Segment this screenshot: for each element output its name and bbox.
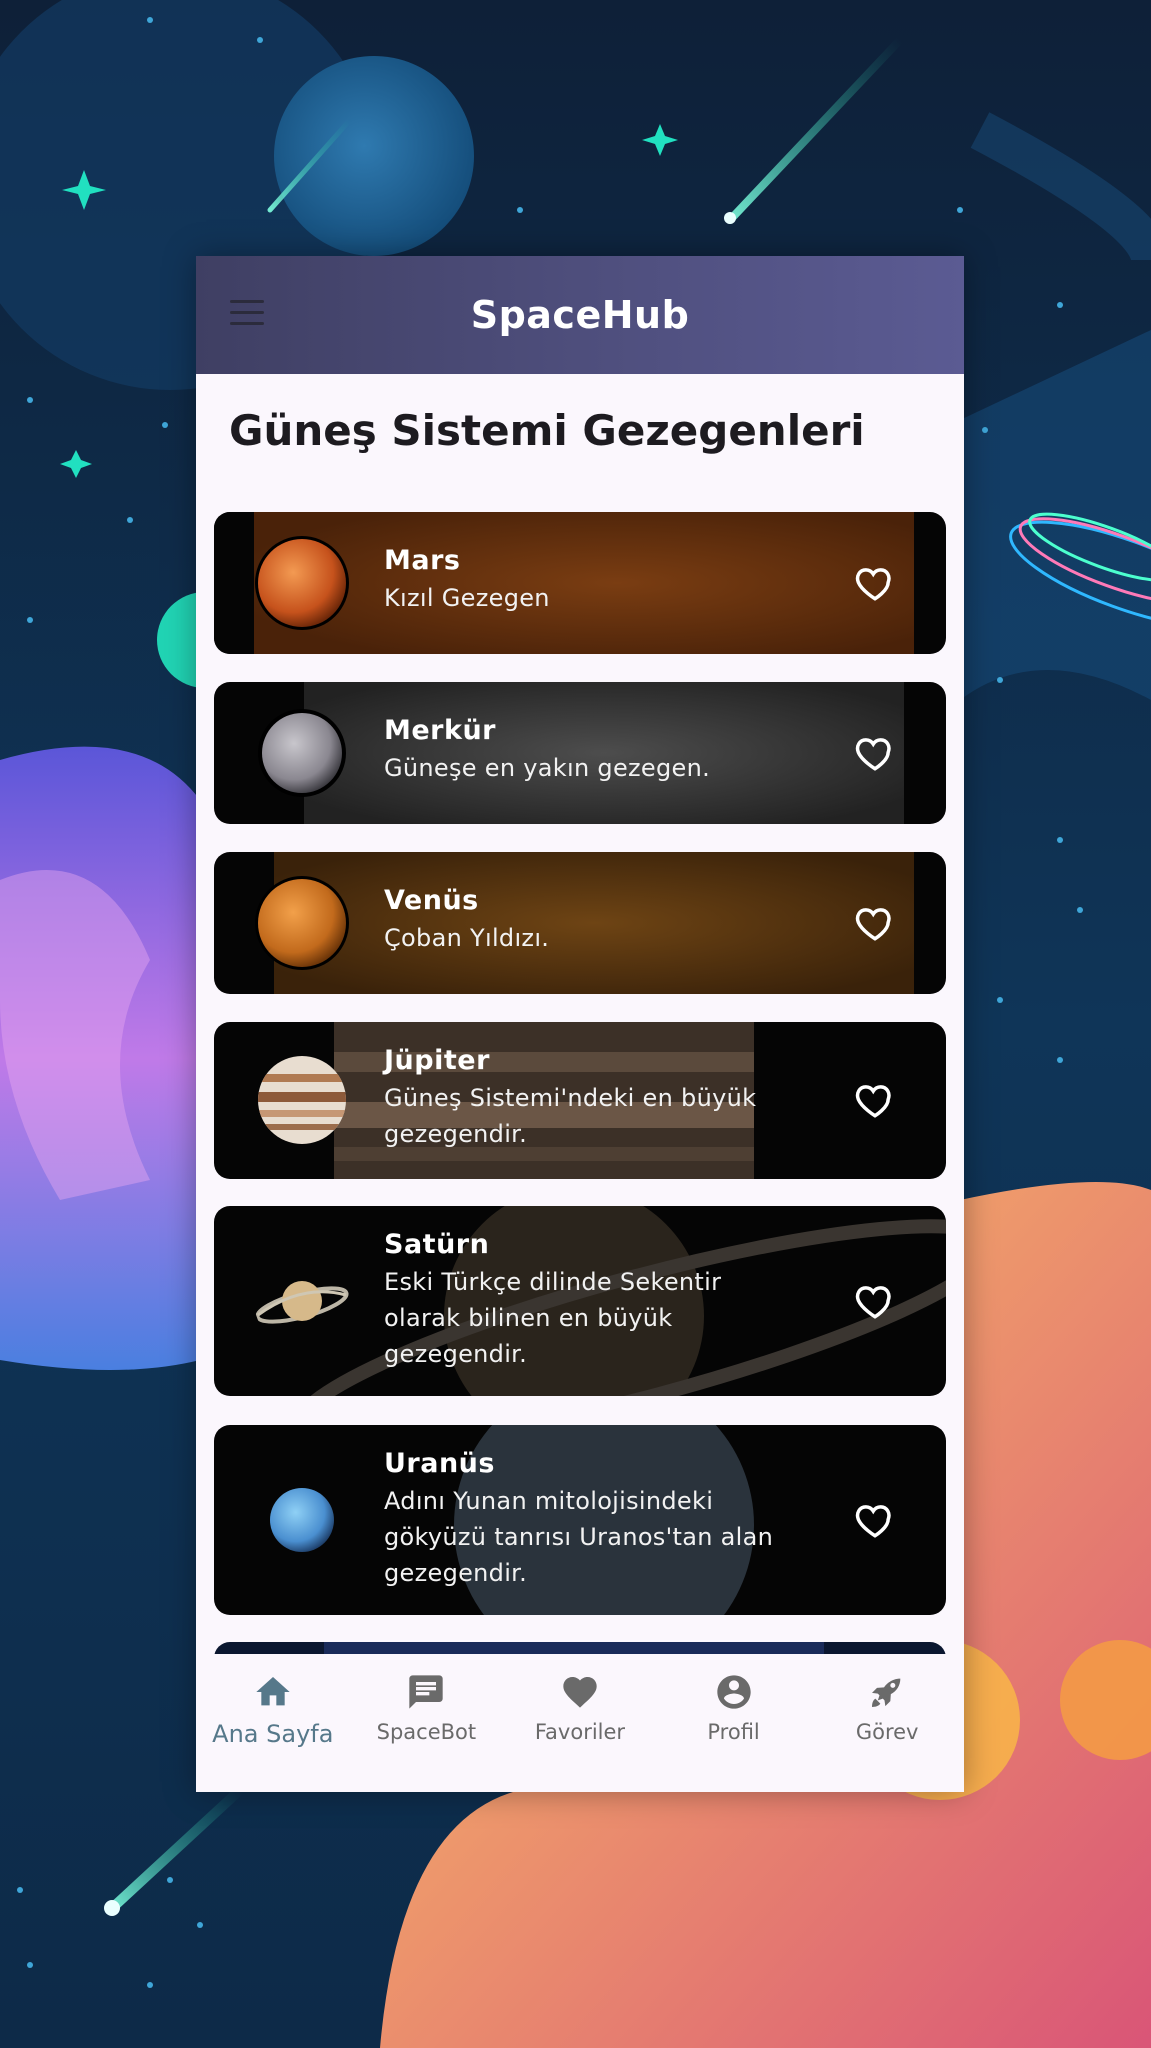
planet-text: Mars Kızıl Gezegen bbox=[384, 544, 794, 616]
planet-card-saturn[interactable]: Satürn Eski Türkçe dilinde Sekentir olar… bbox=[214, 1206, 946, 1396]
nav-label: Görev bbox=[855, 1720, 919, 1744]
planet-description: Güneşe en yakın gezegen. bbox=[384, 754, 711, 782]
nav-label: Profil bbox=[707, 1720, 760, 1744]
account-icon bbox=[716, 1675, 751, 1709]
planet-name: Merkür bbox=[384, 715, 496, 746]
planet-description: Eski Türkçe dilinde Sekentir olarak bili… bbox=[384, 1268, 722, 1368]
jupiter-thumbnail-icon bbox=[258, 1056, 346, 1144]
mars-thumbnail-icon bbox=[255, 536, 349, 630]
planet-text: Merkür Güneşe en yakın gezegen. bbox=[384, 714, 794, 786]
page-title: Güneş Sistemi Gezegenleri bbox=[229, 406, 865, 455]
planet-description: Çoban Yıldızı. bbox=[384, 924, 550, 952]
planet-list[interactable]: Mars Kızıl Gezegen Merkür Güneşe en yakı… bbox=[214, 512, 946, 1792]
planet-name: Mars bbox=[384, 545, 461, 576]
planet-text: Uranüs Adını Yunan mitolojisindeki gökyü… bbox=[384, 1447, 794, 1591]
chat-icon bbox=[409, 1675, 444, 1709]
phone-app-frame: SpaceHub Güneş Sistemi Gezegenleri Mars … bbox=[196, 256, 964, 1792]
nav-item-mission[interactable]: Görev bbox=[810, 1654, 964, 1792]
rocket-icon bbox=[872, 1678, 901, 1707]
hamburger-menu-icon[interactable] bbox=[230, 300, 264, 330]
nav-label: SpaceBot bbox=[376, 1720, 477, 1744]
favorite-heart-icon[interactable] bbox=[854, 562, 896, 604]
app-bar: SpaceHub bbox=[196, 256, 964, 374]
mercury-thumbnail-icon bbox=[258, 709, 346, 797]
favorite-heart-icon[interactable] bbox=[854, 902, 896, 944]
planet-card-jupiter[interactable]: Jüpiter Güneş Sistemi'ndeki en büyük gez… bbox=[214, 1022, 946, 1179]
nav-label: Favoriler bbox=[534, 1720, 626, 1744]
nav-item-favorites[interactable]: Favoriler bbox=[503, 1654, 657, 1792]
planet-name: Uranüs bbox=[384, 1448, 495, 1479]
planet-name: Venüs bbox=[384, 885, 479, 916]
planet-description: Güneş Sistemi'ndeki en büyük gezegendir. bbox=[384, 1084, 757, 1148]
planet-text: Venüs Çoban Yıldızı. bbox=[384, 884, 794, 956]
planet-card-merkur[interactable]: Merkür Güneşe en yakın gezegen. bbox=[214, 682, 946, 824]
nav-label: Ana Sayfa bbox=[212, 1720, 334, 1748]
planet-name: Satürn bbox=[384, 1229, 490, 1260]
planet-card-mars[interactable]: Mars Kızıl Gezegen bbox=[214, 512, 946, 654]
bottom-navigation-bar: Ana Sayfa SpaceBot Favoriler Profil Göre… bbox=[196, 1654, 964, 1792]
planet-description: Adını Yunan mitolojisindeki gökyüzü tanr… bbox=[384, 1487, 774, 1587]
planet-name: Jüpiter bbox=[384, 1045, 490, 1076]
heart-icon bbox=[563, 1677, 597, 1708]
planet-text: Jüpiter Güneş Sistemi'ndeki en büyük gez… bbox=[384, 1044, 794, 1152]
favorite-heart-icon[interactable] bbox=[854, 1079, 896, 1121]
favorite-heart-icon[interactable] bbox=[854, 1280, 896, 1322]
home-icon bbox=[256, 1677, 290, 1706]
uranus-thumbnail-icon bbox=[270, 1488, 334, 1552]
favorite-heart-icon[interactable] bbox=[854, 1499, 896, 1541]
app-title: SpaceHub bbox=[470, 293, 690, 337]
nav-item-profile[interactable]: Profil bbox=[657, 1654, 811, 1792]
saturn-thumbnail-icon bbox=[255, 1281, 349, 1324]
nav-item-spacebot[interactable]: SpaceBot bbox=[350, 1654, 504, 1792]
planet-text: Satürn Eski Türkçe dilinde Sekentir olar… bbox=[384, 1228, 794, 1372]
favorite-heart-icon[interactable] bbox=[854, 732, 896, 774]
venus-thumbnail-icon bbox=[255, 876, 349, 970]
planet-card-uranus[interactable]: Uranüs Adını Yunan mitolojisindeki gökyü… bbox=[214, 1425, 946, 1615]
nav-item-home[interactable]: Ana Sayfa bbox=[196, 1654, 350, 1792]
planet-description: Kızıl Gezegen bbox=[384, 584, 550, 612]
planet-card-venus[interactable]: Venüs Çoban Yıldızı. bbox=[214, 852, 946, 994]
